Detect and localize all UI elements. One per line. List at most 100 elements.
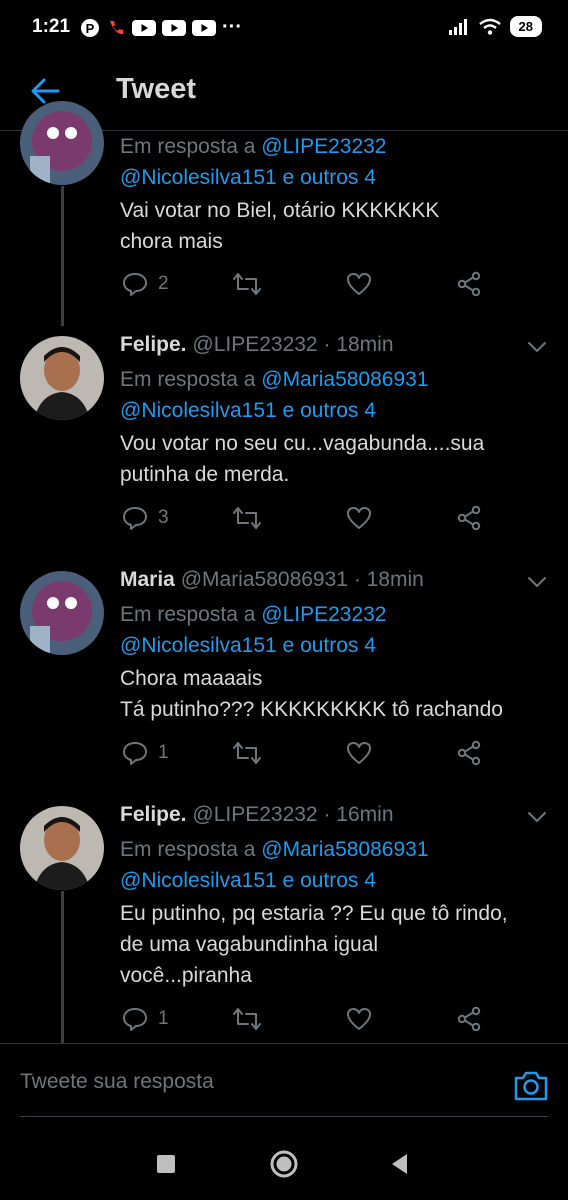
notification-icons: P ··· [80,16,242,39]
chevron-down-icon[interactable] [526,806,548,828]
tweet-text-line: você...piranha [120,964,252,987]
reply-prefix: Em resposta a [120,603,256,626]
share-icon [457,271,481,297]
tweet-actions: 3 [0,505,568,537]
mention-link[interactable]: @Nicolesilva151 e outros 4 [120,395,429,426]
reply-count: 1 [158,742,169,763]
retweet-icon [233,1008,261,1030]
mention-link[interactable]: @Nicolesilva151 e outros 4 [120,865,429,896]
tweet-text-line: putinha de merda. [120,463,290,486]
reply-prefix: Em resposta a [120,838,256,861]
tweet-time: · 16min [323,803,394,826]
thread-line [61,186,64,326]
reply-context: Em resposta a @Maria58086931 @Nicolesilv… [120,834,429,896]
share-icon [457,1006,481,1032]
reply-count: 1 [158,1008,169,1029]
user-handle[interactable]: @LIPE23232 [192,333,317,356]
share-button[interactable] [456,271,482,297]
avatar[interactable] [20,336,104,420]
mention-link[interactable]: @LIPE23232 [261,135,386,158]
mention-link[interactable]: @LIPE23232 [261,603,386,626]
like-button[interactable] [346,271,372,297]
youtube-icon [162,19,186,36]
tweet-text-line: chora mais [120,230,223,253]
retweet-button[interactable] [232,1006,262,1032]
avatar[interactable] [20,806,104,890]
like-button[interactable] [346,1006,372,1032]
camera-icon[interactable] [512,1067,550,1105]
tweet-item[interactable]: Em resposta a @LIPE23232 @Nicolesilva151… [0,101,568,326]
mention-link[interactable]: @Maria58086931 [261,368,428,391]
user-handle[interactable]: @LIPE23232 [192,803,317,826]
reply-context: Em resposta a @LIPE23232 @Nicolesilva151… [120,131,387,193]
svg-text:P: P [86,21,95,36]
tweet-text-line: de uma vagabundinha igual [120,933,379,956]
tweet-text-line: Vou votar no seu cu...vagabunda....sua [120,432,485,455]
system-nav-bar [0,1127,568,1200]
recents-icon[interactable] [149,1147,183,1181]
heart-icon [347,507,371,529]
display-name[interactable]: Felipe. [120,803,187,826]
tweet-text-line: Vai votar no Biel, otário KKKKKKK [120,199,440,222]
tweet-actions: 1 [0,1006,568,1038]
share-button[interactable] [456,505,482,531]
tweet-text-line: Eu putinho, pq estaria ?? Eu que tô rind… [120,902,508,925]
tweet-actions: 1 [0,740,568,772]
share-icon [457,740,481,766]
display-name[interactable]: Maria [120,568,175,591]
tweet-header: Felipe. @LIPE23232 · 16min [120,803,394,827]
mention-link[interactable]: @Maria58086931 [261,838,428,861]
tweet-item[interactable]: Felipe. @LIPE23232 · 18min Em resposta a… [0,333,568,565]
status-right: 28 [448,16,542,37]
mention-link[interactable]: @Nicolesilva151 e outros 4 [120,162,387,193]
tweet-header: Felipe. @LIPE23232 · 18min [120,333,394,357]
tweet-text: Chora maaaais Tá putinho??? KKKKKKKKK tô… [120,663,550,725]
tweet-text: Vai votar no Biel, otário KKKKKKK chora … [120,195,550,257]
like-button[interactable] [346,505,372,531]
reply-button[interactable]: 1 [122,740,169,766]
like-button[interactable] [346,740,372,766]
tweet-time: · 18min [353,568,424,591]
tweet-time: · 18min [323,333,394,356]
tweet-item[interactable]: Maria @Maria58086931 · 18min Em resposta… [0,568,568,800]
reply-button[interactable]: 3 [122,505,169,531]
youtube-icon [132,19,156,36]
tweet-text: Vou votar no seu cu...vagabunda....sua p… [120,428,550,490]
heart-icon [347,273,371,295]
retweet-button[interactable] [232,271,262,297]
reply-button[interactable]: 1 [122,1006,169,1032]
pinterest-icon: P [81,18,99,37]
chevron-down-icon[interactable] [526,336,548,358]
back-nav-icon[interactable] [383,1147,417,1181]
tweet-text-line: Chora maaaais [120,667,263,690]
tweet-text-line: Tá putinho??? KKKKKKKKK tô rachando [120,698,503,721]
share-button[interactable] [456,740,482,766]
retweet-button[interactable] [232,740,262,766]
mention-link[interactable]: @Nicolesilva151 e outros 4 [120,630,387,661]
chevron-down-icon[interactable] [526,571,548,593]
youtube-icon [192,19,216,36]
display-name[interactable]: Felipe. [120,333,187,356]
comment-icon [123,1008,147,1031]
tweet-text: Eu putinho, pq estaria ?? Eu que tô rind… [120,898,550,991]
reply-prefix: Em resposta a [120,135,256,158]
retweet-icon [233,742,261,764]
reply-underline [20,1116,548,1117]
more-notifications: ··· [222,16,242,38]
avatar[interactable] [20,101,104,185]
retweet-button[interactable] [232,505,262,531]
reply-button[interactable]: 2 [122,271,169,297]
reply-context: Em resposta a @LIPE23232 @Nicolesilva151… [120,599,387,661]
reply-count: 2 [158,273,169,294]
heart-icon [347,1008,371,1030]
tweet-item[interactable]: Felipe. @LIPE23232 · 16min Em resposta a… [0,803,568,1043]
home-icon[interactable] [267,1147,301,1181]
signal-icon [448,18,467,35]
reply-count: 3 [158,507,169,528]
reply-input[interactable] [20,1070,490,1094]
avatar[interactable] [20,571,104,655]
share-button[interactable] [456,1006,482,1032]
wifi-icon [478,18,501,35]
retweet-icon [233,507,261,529]
user-handle[interactable]: @Maria58086931 [181,568,348,591]
